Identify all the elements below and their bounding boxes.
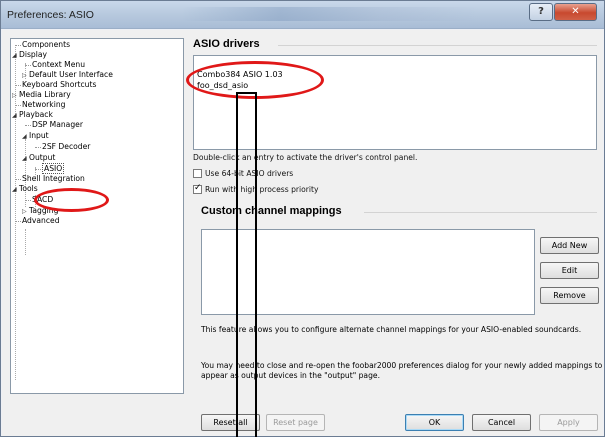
tree-label: Networking [22, 100, 66, 109]
use-64bit-label[interactable]: Use 64-bit ASIO drivers [205, 169, 293, 178]
help-button[interactable]: ? [529, 3, 553, 21]
channel-mappings-heading: Custom channel mappings [201, 205, 342, 217]
tree-item-dsp-manager[interactable]: DSP Manager [25, 120, 83, 130]
tree-item-networking[interactable]: Networking [15, 100, 65, 110]
tree-label: 2SF Decoder [42, 142, 91, 151]
ok-button[interactable]: OK [405, 414, 464, 431]
tree-item-default-user-interface[interactable]: ▷ Default User Interface [22, 70, 113, 80]
section-divider [364, 212, 597, 213]
reset-page-button[interactable]: Reset page [266, 414, 325, 431]
annotation-ring-asio [34, 188, 109, 212]
edit-button[interactable]: Edit [540, 262, 599, 279]
window-title: Preferences: ASIO [7, 9, 94, 21]
tree-label: Tools [19, 184, 38, 193]
add-new-button[interactable]: Add New [540, 237, 599, 254]
reset-all-button[interactable]: Reset all [201, 414, 260, 431]
remove-button[interactable]: Remove [540, 287, 599, 304]
expanded-arrow-icon[interactable]: ◢ [12, 185, 19, 195]
tree-item-components[interactable]: Components [15, 40, 70, 50]
tree-label: Default User Interface [29, 70, 113, 79]
tree-label: Shell Integration [22, 174, 85, 183]
annotation-line-top [236, 92, 257, 94]
tree-label: Output [29, 153, 56, 162]
tree-item-advanced[interactable]: Advanced [15, 216, 60, 226]
tree-label: Playback [19, 110, 53, 119]
title-bar[interactable]: Preferences: ASIO ? ✕ [1, 1, 604, 29]
tree-label: Advanced [22, 216, 60, 225]
tree-guide-tools [25, 229, 26, 255]
tree-label: ASIO [42, 163, 65, 174]
tree-item-2sf-decoder[interactable]: 2SF Decoder [35, 142, 90, 152]
expanded-arrow-icon[interactable]: ◢ [12, 111, 19, 121]
expanded-arrow-icon[interactable]: ◢ [22, 132, 29, 142]
tree-label: Keyboard Shortcuts [22, 80, 97, 89]
expanded-arrow-icon[interactable]: ◢ [22, 154, 29, 164]
channel-mappings-list[interactable] [201, 229, 535, 315]
tree-label: Context Menu [32, 60, 86, 69]
title-bar-blur [181, 7, 481, 21]
tree-item-shell-integration[interactable]: Shell Integration [15, 174, 85, 184]
mappings-info-text: This feature allows you to configure alt… [201, 325, 582, 334]
preferences-tree[interactable]: Components ◢ Display Context Menu ▷ Defaul… [10, 38, 184, 394]
tree-item-keyboard-shortcuts[interactable]: Keyboard Shortcuts [15, 80, 96, 90]
tree-item-input[interactable]: ◢ Input [22, 131, 49, 141]
use-64bit-checkbox[interactable] [193, 169, 202, 178]
tree-item-asio[interactable]: ASIO [35, 163, 65, 174]
tree-label: Input [29, 131, 49, 140]
apply-button[interactable]: Apply [539, 414, 598, 431]
cancel-button[interactable]: Cancel [472, 414, 531, 431]
mappings-restart-note: You may need to close and re-open the fo… [201, 361, 603, 380]
annotation-line-left [236, 92, 238, 437]
tree-item-media-library[interactable]: ▷ Media Library [12, 90, 71, 100]
tree-label: Media Library [19, 90, 71, 99]
expanded-arrow-icon[interactable]: ◢ [12, 51, 19, 61]
tree-item-output[interactable]: ◢ Output [22, 153, 55, 163]
close-button[interactable]: ✕ [554, 3, 597, 21]
high-priority-label[interactable]: Run with high process priority [205, 185, 318, 194]
tree-item-context-menu[interactable]: Context Menu [25, 60, 85, 70]
driver-hint-text: Double-click an entry to activate the dr… [193, 153, 418, 162]
tree-item-playback[interactable]: ◢ Playback [12, 110, 53, 120]
section-divider [278, 45, 597, 46]
preferences-window: Preferences: ASIO ? ✕ Components ◢ Displa… [0, 0, 605, 437]
tree-label: Display [19, 50, 47, 59]
tree-label: DSP Manager [32, 120, 83, 129]
asio-drivers-heading: ASIO drivers [193, 38, 260, 50]
tree-item-tools[interactable]: ◢ Tools [12, 184, 38, 194]
high-priority-checkbox[interactable] [193, 183, 202, 194]
annotation-line-right [255, 92, 257, 437]
tree-label: Components [22, 40, 71, 49]
tree-item-display[interactable]: ◢ Display [12, 50, 47, 60]
